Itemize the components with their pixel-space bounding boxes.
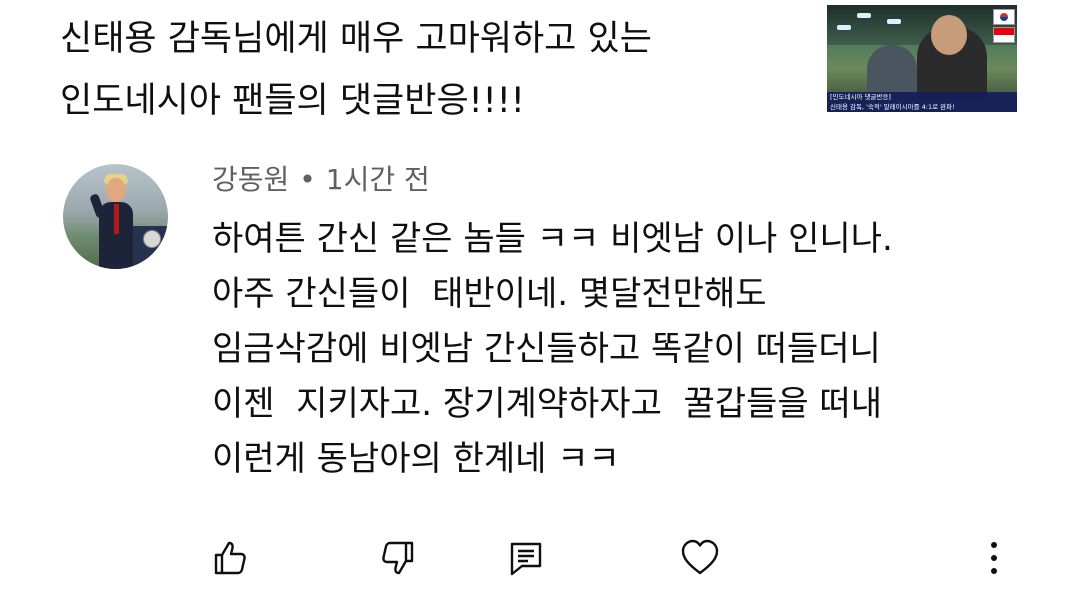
thumbs-up-icon[interactable] <box>210 538 250 578</box>
comment-time: 1시간 전 <box>325 163 430 196</box>
comment-meta: 강동원 • 1시간 전 <box>212 160 430 200</box>
korea-flag-icon <box>993 9 1015 25</box>
indonesia-flag-icon <box>993 27 1015 43</box>
thumbnail-caption-line-2: 신태용 감독, '숙적' 말레이시아를 4:1로 완파! <box>830 103 955 111</box>
more-vert-icon[interactable] <box>974 538 1014 578</box>
video-title-line-2: 인도네시아 팬들의 댓글반응!!!! <box>60 81 525 121</box>
meta-separator: • <box>299 163 316 196</box>
comment-line-3: 임금삭감에 비엣남 간신들하고 똑같이 떠들더니 <box>212 329 881 369</box>
comment-line-4: 이젠 지키자고. 장기계약하자고 꿀갑들을 떠내 <box>212 384 882 424</box>
comment-line-2: 아주 간신들이 태반이네. 몇달전만해도 <box>212 274 767 314</box>
heart-icon[interactable] <box>680 538 720 578</box>
thumbnail-caption: [인도네시아 댓글반응] 신태용 감독, '숙적' 말레이시아를 4:1로 완파… <box>827 92 1017 112</box>
reply-icon[interactable] <box>506 538 546 578</box>
video-thumbnail[interactable]: [인도네시아 댓글반응] 신태용 감독, '숙적' 말레이시아를 4:1로 완파… <box>827 5 1017 112</box>
comment-author[interactable]: 강동원 <box>212 163 289 196</box>
thumbnail-person-head <box>931 15 967 55</box>
video-title[interactable]: 신태용 감독님에게 매우 고마워하고 있는 인도네시아 팬들의 댓글반응!!!! <box>60 8 780 132</box>
avatar-seal <box>143 230 161 248</box>
thumbnail-caption-line-1: [인도네시아 댓글반응] <box>830 93 891 101</box>
comment-line-1: 하여튼 간신 같은 놈들 ㅋㅋ 비엣남 이나 인니나. <box>212 219 893 259</box>
comment-line-5: 이런게 동남아의 한계네 ㅋㅋ <box>212 439 620 479</box>
video-title-line-1: 신태용 감독님에게 매우 고마워하고 있는 <box>60 19 652 59</box>
comment-text: 하여튼 간신 같은 놈들 ㅋㅋ 비엣남 이나 인니나. 아주 간신들이 태반이네… <box>212 212 1032 487</box>
thumbs-down-icon[interactable] <box>378 538 418 578</box>
avatar[interactable] <box>63 164 168 269</box>
